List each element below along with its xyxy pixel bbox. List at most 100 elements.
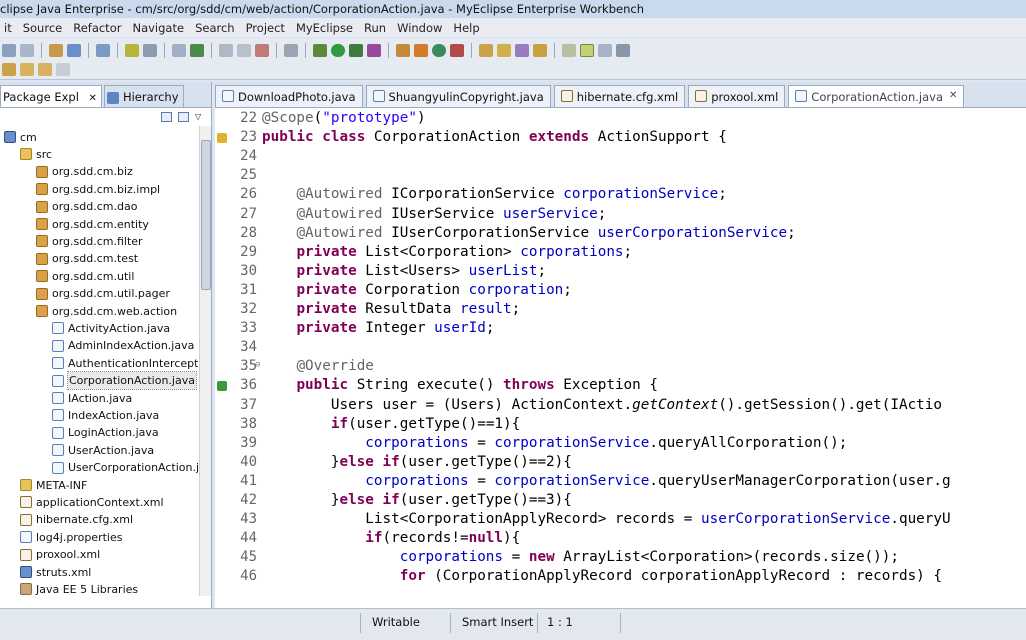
menu-item-refactor[interactable]: Refactor	[69, 21, 125, 35]
pen-icon[interactable]	[515, 43, 529, 57]
code-line[interactable]: public class CorporationAction extends A…	[262, 129, 727, 145]
tree-item[interactable]: proxool.xml	[20, 546, 100, 563]
cube-icon[interactable]	[67, 43, 81, 57]
tree-item[interactable]: org.sdd.cm.test	[36, 250, 138, 267]
tree-item[interactable]: Java EE 5 Libraries	[20, 580, 138, 596]
tab-hierarchy[interactable]: Hierarchy	[103, 85, 184, 107]
tree-item[interactable]: log4j.properties	[20, 528, 122, 545]
show-whitespace-icon[interactable]	[616, 43, 630, 57]
close-icon[interactable]: ✕	[949, 90, 957, 101]
code-line[interactable]: private Corporation corporation;	[262, 282, 571, 298]
editor-tab[interactable]: DownloadPhoto.java	[215, 85, 363, 107]
code-line[interactable]: @Autowired ICorporationService corporati…	[262, 186, 726, 202]
code-area[interactable]: 22 @Scope("prototype") 23 public class Corp…	[215, 108, 1026, 608]
camera-icon[interactable]	[284, 43, 298, 57]
new-class-icon[interactable]	[396, 43, 410, 57]
scrollbar-thumb[interactable]	[201, 140, 211, 290]
collapse-all-icon[interactable]	[161, 112, 172, 122]
menu-item-myeclipse[interactable]: MyEclipse	[292, 21, 357, 35]
run-external-icon[interactable]	[349, 43, 363, 57]
run-server-icon[interactable]	[190, 43, 204, 57]
tree-item[interactable]: org.sdd.cm.filter	[36, 232, 143, 249]
code-line[interactable]: private ResultData result;	[262, 301, 520, 317]
code-line[interactable]: @Override	[262, 358, 373, 374]
server-icon[interactable]	[143, 43, 157, 57]
link-with-editor-icon[interactable]	[178, 112, 189, 122]
back-icon[interactable]	[38, 63, 52, 76]
tree-item[interactable]: UserCorporationAction.j	[52, 459, 199, 476]
menu-item-navigate[interactable]: Navigate	[128, 21, 188, 35]
highlight-icon[interactable]	[580, 43, 594, 57]
explorer-icon[interactable]	[237, 43, 251, 57]
stop-icon[interactable]	[255, 43, 269, 57]
tree-item[interactable]: LoginAction.java	[52, 424, 159, 441]
tree-item[interactable]: META-INF	[20, 476, 87, 493]
code-line[interactable]: }else if(user.getType()==2){	[262, 454, 572, 470]
code-line[interactable]: for (CorporationApplyRecord corporationA…	[262, 568, 942, 584]
tree-scrollbar[interactable]	[199, 126, 211, 596]
search-icon[interactable]	[497, 43, 511, 57]
menu-item-window[interactable]: Window	[393, 21, 446, 35]
tree-item[interactable]: org.sdd.cm.util	[36, 267, 134, 284]
close-icon[interactable]: ✕	[89, 93, 97, 104]
tree-item[interactable]: AuthenticationIntercepto	[52, 354, 205, 371]
tree-item[interactable]: ActivityAction.java	[52, 319, 170, 336]
tree-item[interactable]: IndexAction.java	[52, 406, 159, 423]
code-line[interactable]: corporations = corporationService.queryA…	[262, 435, 847, 451]
new-project-icon[interactable]	[49, 43, 63, 57]
save-icon[interactable]	[20, 43, 34, 57]
tree-item[interactable]: cm	[4, 128, 37, 145]
menu-item-project[interactable]: Project	[242, 21, 289, 35]
menu-item-source[interactable]: Source	[19, 21, 67, 35]
code-line[interactable]: Users user = (Users) ActionContext.getCo…	[262, 397, 942, 413]
code-line[interactable]: corporations = corporationService.queryU…	[262, 473, 950, 489]
tree-item[interactable]: org.sdd.cm.entity	[36, 215, 149, 232]
debug-icon[interactable]	[313, 43, 327, 57]
tab-package-explorer[interactable]: Package Expl ✕	[0, 85, 102, 107]
wizard-icon[interactable]	[125, 43, 139, 57]
last-edit-icon[interactable]	[20, 63, 34, 76]
tree-item[interactable]: org.sdd.cm.dao	[36, 198, 137, 215]
forward-icon[interactable]	[56, 63, 70, 76]
globe-icon[interactable]	[96, 43, 110, 57]
open-type-icon[interactable]	[479, 43, 493, 57]
code-line[interactable]: @Autowired IUserService userService;	[262, 206, 606, 222]
tree-item[interactable]: org.sdd.cm.biz.impl	[36, 180, 160, 197]
code-line[interactable]: List<CorporationApplyRecord> records = u…	[262, 511, 950, 527]
annotation-icon[interactable]	[533, 43, 547, 57]
run-icon[interactable]	[331, 43, 345, 57]
tree-item[interactable]: hibernate.cfg.xml	[20, 511, 133, 528]
new-java-class-icon[interactable]	[432, 43, 446, 57]
code-line[interactable]: }else if(user.getType()==3){	[262, 492, 572, 508]
next-annotation-icon[interactable]	[2, 63, 16, 76]
code-line[interactable]: private List<Corporation> corporations;	[262, 244, 632, 260]
tree-item[interactable]: struts.xml	[20, 563, 91, 580]
toggle-mark-icon[interactable]	[562, 43, 576, 57]
tree-item[interactable]: IAction.java	[52, 389, 132, 406]
editor-tab[interactable]: proxool.xml	[688, 85, 786, 107]
fold-icon[interactable]: ⊖	[255, 360, 260, 370]
code-line[interactable]: @Autowired IUserCorporationService userC…	[262, 225, 795, 241]
editor-tab[interactable]: ShuangyulinCopyright.java	[365, 85, 551, 107]
editor-tab[interactable]: CorporationAction.java ✕	[788, 85, 965, 107]
tree-item[interactable]: src	[20, 145, 52, 162]
code-line[interactable]: if(records!=null){	[262, 530, 520, 546]
view-menu-icon[interactable]: ▽	[195, 112, 203, 122]
editor-tab[interactable]: hibernate.cfg.xml	[553, 85, 686, 107]
menu-item-search[interactable]: Search	[191, 21, 239, 35]
menu-item-help[interactable]: Help	[449, 21, 483, 35]
code-line[interactable]: @Scope("prototype")	[262, 110, 426, 126]
block-selection-icon[interactable]	[598, 43, 612, 57]
new-interface-icon[interactable]	[450, 43, 464, 57]
tree-item[interactable]: applicationContext.xml	[20, 493, 164, 510]
tree-item[interactable]: AdminIndexAction.java	[52, 337, 194, 354]
tree-item[interactable]: UserAction.java	[52, 441, 154, 458]
coverage-icon[interactable]	[367, 43, 381, 57]
deploy-icon[interactable]	[172, 43, 186, 57]
code-line[interactable]: corporations = new ArrayList<Corporation…	[262, 549, 899, 565]
menu-item-run[interactable]: Run	[360, 21, 390, 35]
open-folder-icon[interactable]	[219, 43, 233, 57]
tree-item[interactable]: CorporationAction.java	[52, 371, 197, 391]
tree-item[interactable]: org.sdd.cm.biz	[36, 163, 133, 180]
new-package-icon[interactable]	[414, 43, 428, 57]
